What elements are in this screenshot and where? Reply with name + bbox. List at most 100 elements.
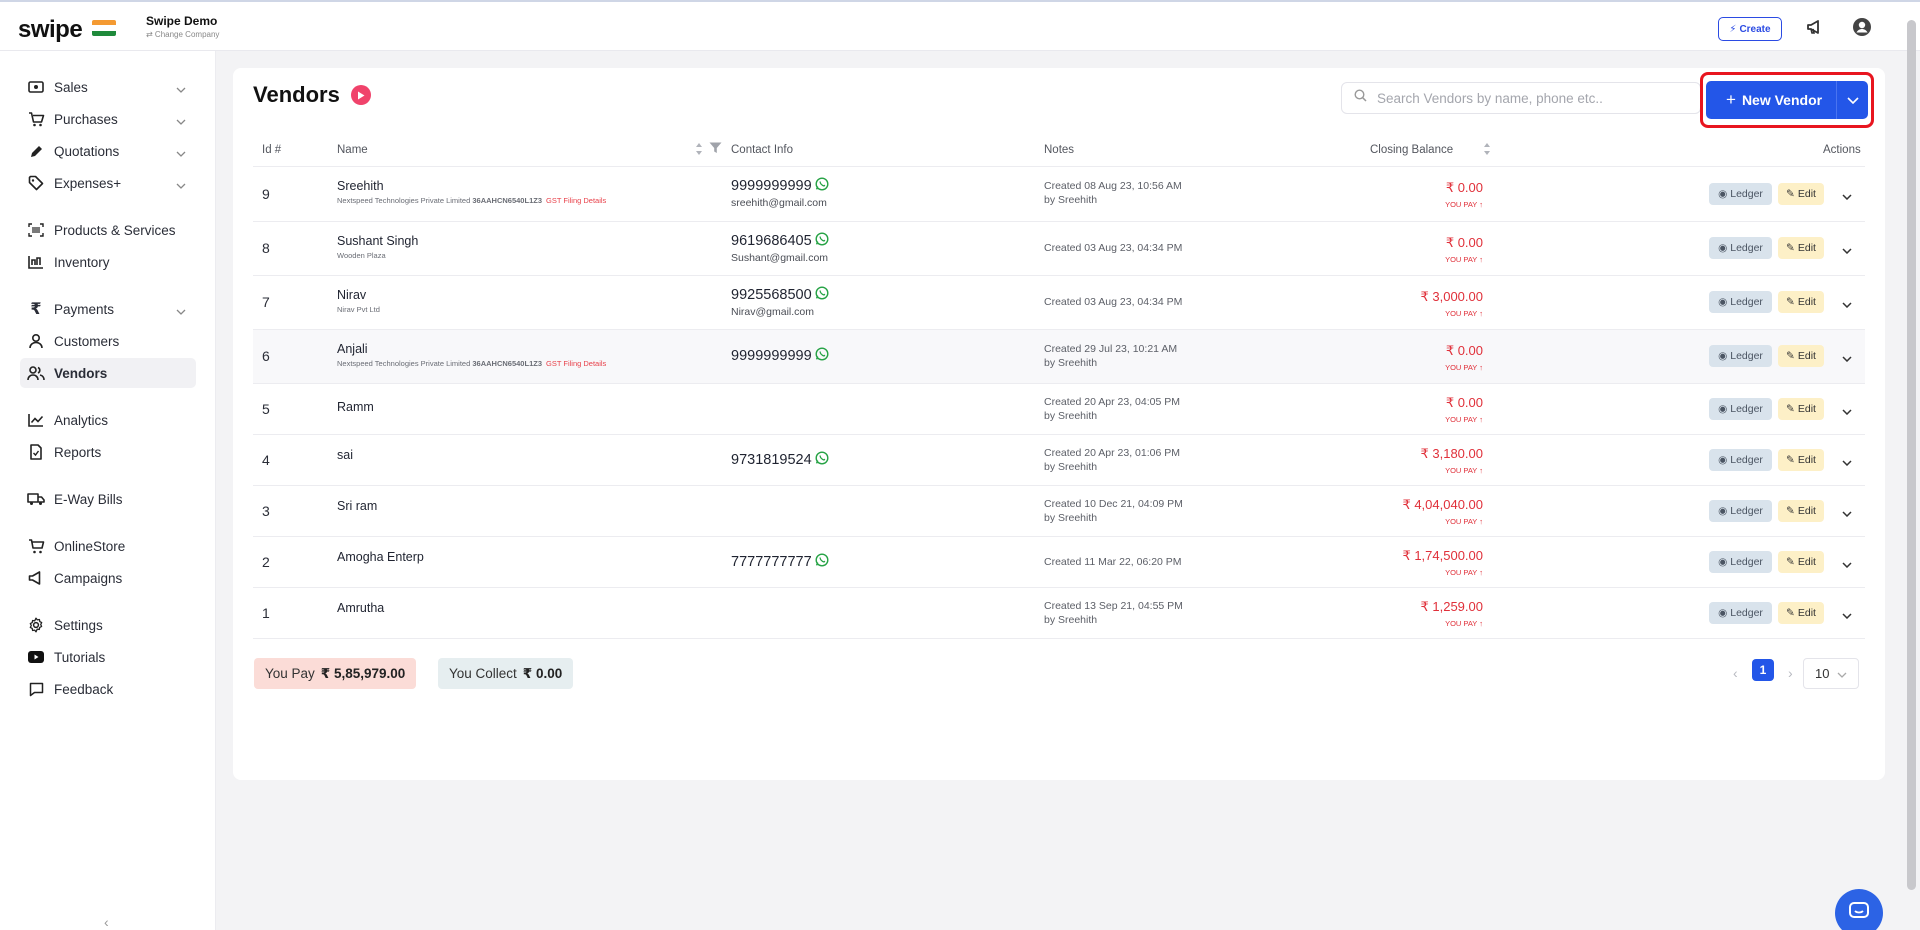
ledger-button[interactable]: ◉ Ledger bbox=[1709, 345, 1772, 367]
sidebar-item-sales[interactable]: Sales bbox=[20, 72, 196, 102]
sidebar-item-eway-bills[interactable]: E-Way Bills bbox=[20, 484, 196, 514]
vendor-name[interactable]: Anjali bbox=[337, 342, 606, 356]
contact-cell: 9925568500 Nirav@gmail.com bbox=[731, 286, 829, 318]
sort-icon[interactable] bbox=[695, 142, 703, 159]
new-vendor-dropdown-button[interactable] bbox=[1837, 81, 1868, 119]
edit-button[interactable]: ✎ Edit bbox=[1778, 602, 1824, 624]
edit-button[interactable]: ✎ Edit bbox=[1778, 237, 1824, 259]
gst-filing-link[interactable]: GST Filing Details bbox=[546, 196, 606, 205]
swipe-logo[interactable]: swipe bbox=[18, 16, 83, 44]
edit-button[interactable]: ✎ Edit bbox=[1778, 449, 1824, 471]
vendor-name[interactable]: Amrutha bbox=[337, 601, 384, 615]
whatsapp-icon[interactable] bbox=[815, 553, 829, 571]
change-company-link[interactable]: ⇄ Change Company bbox=[146, 30, 219, 39]
sidebar-item-campaigns[interactable]: Campaigns bbox=[20, 563, 196, 593]
sidebar-item-payments[interactable]: ₹ Payments bbox=[20, 294, 196, 324]
vendor-name[interactable]: Nirav bbox=[337, 288, 380, 302]
row-expand-icon[interactable] bbox=[1842, 187, 1852, 205]
vendor-id: 1 bbox=[262, 605, 270, 621]
megaphone-icon[interactable] bbox=[1806, 19, 1824, 40]
next-page-icon[interactable]: › bbox=[1788, 665, 1793, 681]
sidebar-item-online-store[interactable]: OnlineStore bbox=[20, 531, 196, 561]
whatsapp-icon[interactable] bbox=[815, 286, 829, 304]
edit-button[interactable]: ✎ Edit bbox=[1778, 291, 1824, 313]
edit-button[interactable]: ✎ Edit bbox=[1778, 345, 1824, 367]
company-switcher[interactable]: Swipe Demo ⇄ Change Company bbox=[146, 14, 219, 39]
ledger-button[interactable]: ◉ Ledger bbox=[1709, 500, 1772, 522]
sidebar-item-reports[interactable]: Reports bbox=[20, 437, 196, 467]
page-size-select[interactable]: 10 bbox=[1803, 658, 1859, 689]
gst-filing-link[interactable]: GST Filing Details bbox=[546, 359, 606, 368]
balance-cell: ₹ 3,180.00 YOU PAY ↑ bbox=[1421, 446, 1484, 475]
prev-page-icon[interactable]: ‹ bbox=[1733, 665, 1738, 681]
page-number-current[interactable]: 1 bbox=[1752, 659, 1774, 681]
table-row[interactable]: 1 Amrutha Created 13 Sep 21, 04:55 PM by… bbox=[253, 588, 1865, 639]
edit-button[interactable]: ✎ Edit bbox=[1778, 500, 1824, 522]
sidebar-item-analytics[interactable]: Analytics bbox=[20, 405, 196, 435]
whatsapp-icon[interactable] bbox=[815, 347, 829, 365]
sidebar-item-expenses[interactable]: Expenses+ bbox=[20, 168, 196, 198]
play-video-icon[interactable] bbox=[351, 85, 371, 105]
row-expand-icon[interactable] bbox=[1842, 606, 1852, 624]
inventory-icon bbox=[26, 252, 46, 272]
ledger-button[interactable]: ◉ Ledger bbox=[1709, 237, 1772, 259]
sidebar-item-tutorials[interactable]: Tutorials bbox=[20, 642, 196, 672]
edit-button[interactable]: ✎ Edit bbox=[1778, 183, 1824, 205]
sidebar-item-products-services[interactable]: Products & Services bbox=[20, 215, 196, 245]
row-expand-icon[interactable] bbox=[1842, 453, 1852, 471]
ledger-button[interactable]: ◉ Ledger bbox=[1709, 183, 1772, 205]
table-row[interactable]: 8 Sushant Singh Wooden Plaza 9619686405 … bbox=[253, 222, 1865, 276]
phone-line: 9619686405 bbox=[731, 232, 829, 250]
sort-icon[interactable] bbox=[1483, 142, 1491, 159]
row-expand-icon[interactable] bbox=[1842, 504, 1852, 522]
table-row[interactable]: 5 Ramm Created 20 Apr 23, 04:05 PM by Sr… bbox=[253, 384, 1865, 435]
account-icon[interactable] bbox=[1852, 17, 1872, 42]
new-vendor-button[interactable]: + New Vendor bbox=[1706, 81, 1836, 119]
sidebar-item-label: Reports bbox=[54, 444, 102, 460]
sidebar-item-inventory[interactable]: Inventory bbox=[20, 247, 196, 277]
ledger-button[interactable]: ◉ Ledger bbox=[1709, 551, 1772, 573]
row-expand-icon[interactable] bbox=[1842, 295, 1852, 313]
edit-button[interactable]: ✎ Edit bbox=[1778, 398, 1824, 420]
search-input[interactable] bbox=[1377, 90, 1677, 106]
vendor-name[interactable]: Sri ram bbox=[337, 499, 377, 513]
whatsapp-icon[interactable] bbox=[815, 451, 829, 469]
contact-cell: 9619686405 Sushant@gmail.com bbox=[731, 232, 829, 264]
page-scrollbar[interactable] bbox=[1907, 20, 1916, 890]
vendor-name[interactable]: sai bbox=[337, 448, 353, 462]
table-row[interactable]: 4 sai 9731819524 Created 20 Apr 23, 01:0… bbox=[253, 435, 1865, 486]
ledger-button[interactable]: ◉ Ledger bbox=[1709, 449, 1772, 471]
sidebar-item-vendors[interactable]: Vendors bbox=[20, 358, 196, 388]
row-expand-icon[interactable] bbox=[1842, 241, 1852, 259]
table-row[interactable]: 3 Sri ram Created 10 Dec 21, 04:09 PM by… bbox=[253, 486, 1865, 537]
create-button[interactable]: ⚡ Create bbox=[1718, 17, 1782, 41]
sidebar-collapse-icon[interactable]: ‹ bbox=[104, 914, 109, 930]
vendor-gstin: 36AAHCN6540L1Z3 bbox=[472, 359, 542, 368]
plus-icon: + bbox=[1726, 90, 1736, 109]
filter-icon[interactable] bbox=[709, 142, 722, 157]
whatsapp-icon[interactable] bbox=[815, 232, 829, 250]
sidebar-item-quotations[interactable]: Quotations bbox=[20, 136, 196, 166]
edit-button[interactable]: ✎ Edit bbox=[1778, 551, 1824, 573]
support-chat-button[interactable] bbox=[1835, 889, 1883, 930]
vendor-name[interactable]: Ramm bbox=[337, 400, 374, 414]
ledger-button[interactable]: ◉ Ledger bbox=[1709, 291, 1772, 313]
sidebar-item-purchases[interactable]: Purchases bbox=[20, 104, 196, 134]
ledger-button[interactable]: ◉ Ledger bbox=[1709, 602, 1772, 624]
table-row[interactable]: 2 Amogha Enterp 7777777777 Created 11 Ma… bbox=[253, 537, 1865, 588]
ledger-button[interactable]: ◉ Ledger bbox=[1709, 398, 1772, 420]
vendor-name[interactable]: Amogha Enterp bbox=[337, 550, 424, 564]
vendor-name[interactable]: Sushant Singh bbox=[337, 234, 418, 248]
sidebar-item-customers[interactable]: Customers bbox=[20, 326, 196, 356]
sidebar-item-feedback[interactable]: Feedback bbox=[20, 674, 196, 704]
table-row[interactable]: 7 Nirav Nirav Pvt Ltd 9925568500 Nirav@g… bbox=[253, 276, 1865, 330]
vendor-name[interactable]: Sreehith bbox=[337, 179, 606, 193]
row-expand-icon[interactable] bbox=[1842, 402, 1852, 420]
vendor-id: 2 bbox=[262, 554, 270, 570]
row-expand-icon[interactable] bbox=[1842, 349, 1852, 367]
sidebar-item-settings[interactable]: Settings bbox=[20, 610, 196, 640]
row-expand-icon[interactable] bbox=[1842, 555, 1852, 573]
table-row[interactable]: 9 Sreehith Nextspeed Technologies Privat… bbox=[253, 167, 1865, 222]
whatsapp-icon[interactable] bbox=[815, 177, 829, 195]
table-row[interactable]: 6 Anjali Nextspeed Technologies Private … bbox=[253, 330, 1865, 384]
